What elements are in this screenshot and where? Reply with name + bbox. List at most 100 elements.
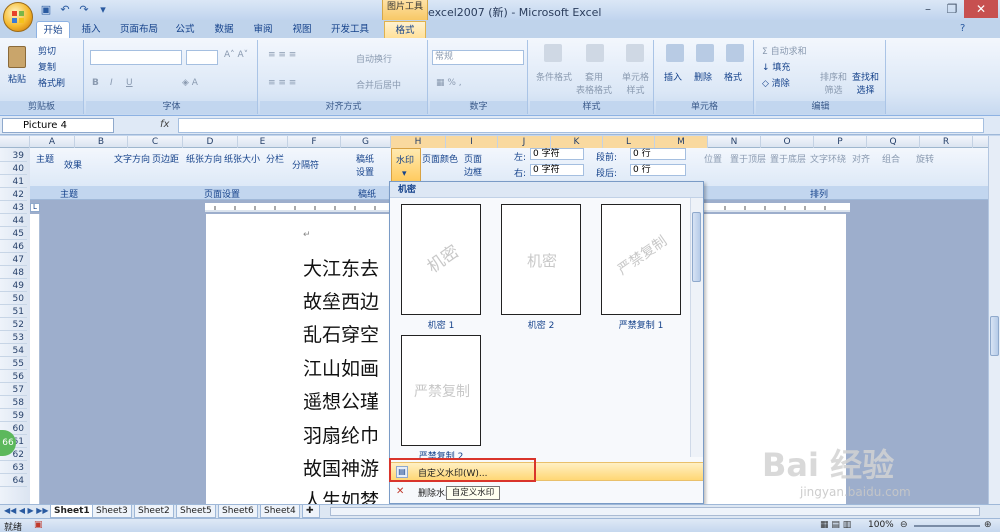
new-sheet-icon[interactable]: ✚ (302, 505, 320, 518)
column-header[interactable]: F (288, 136, 341, 148)
font-size-box[interactable] (186, 50, 218, 65)
effects-button[interactable]: 效果 (64, 158, 82, 171)
cut-button[interactable]: 剪切 (38, 44, 56, 57)
row-header[interactable]: 51 (0, 307, 27, 318)
row-header[interactable]: 57 (0, 385, 27, 396)
space-before-input[interactable]: 0 行 (630, 148, 686, 160)
column-header[interactable]: B (75, 136, 128, 148)
row-header[interactable]: 64 (0, 476, 27, 487)
restore-button[interactable]: ❐ (940, 0, 964, 18)
macro-record-icon[interactable]: ▣ (34, 520, 43, 530)
clear-button[interactable]: ◇ 清除 (762, 76, 790, 89)
grow-font-icon[interactable]: A˄ A˅ (224, 50, 248, 60)
save-icon[interactable]: ▣ (38, 2, 54, 18)
row-header[interactable]: 44 (0, 216, 27, 227)
space-after-input[interactable]: 0 行 (630, 164, 686, 176)
cell-style-button[interactable]: 单元格 样式 (622, 70, 649, 96)
help-icon[interactable]: ? (960, 23, 965, 34)
column-header[interactable]: N (708, 136, 761, 148)
column-header[interactable]: C (128, 136, 183, 148)
scroll-thumb[interactable] (990, 316, 999, 356)
column-header[interactable]: H (391, 136, 446, 148)
size-button[interactable]: 纸张大小 (224, 152, 260, 165)
column-header[interactable]: L (603, 136, 655, 148)
page-color-button[interactable]: 页面颜色 (422, 152, 458, 165)
tab-insert[interactable]: 插入 (74, 21, 108, 38)
zoom-level[interactable]: 100% (868, 520, 894, 530)
column-header[interactable]: K (551, 136, 603, 148)
align-left-icon[interactable]: ≡ ≡ ≡ (268, 78, 296, 88)
tab-formulas[interactable]: 公式 (168, 21, 202, 38)
number-format-box[interactable]: 常规 (432, 50, 524, 65)
watermark-option-2[interactable]: 机密 (501, 204, 581, 315)
tab-data[interactable]: 数据 (207, 21, 241, 38)
close-button[interactable]: ✕ (964, 0, 998, 18)
zoom-out-icon[interactable]: ⊖ (900, 520, 908, 530)
margins-button[interactable]: 页边距 (152, 152, 179, 165)
tab-home[interactable]: 开始 (36, 21, 70, 38)
paste-icon[interactable] (8, 46, 26, 68)
indent-right-input[interactable]: 0 字符 (530, 164, 584, 176)
sheet-tab[interactable]: Sheet6 (218, 505, 258, 518)
row-header[interactable]: 54 (0, 346, 27, 357)
cell-style-icon[interactable] (626, 44, 644, 62)
find-select-button[interactable]: 查找和 选择 (852, 70, 879, 96)
office-button[interactable] (3, 2, 33, 32)
row-header[interactable]: 63 (0, 463, 27, 474)
zoom-slider[interactable] (914, 525, 980, 527)
row-header[interactable]: 53 (0, 333, 27, 344)
row-header[interactable]: 39 (0, 151, 27, 162)
watermark-option-1[interactable]: 机密 (401, 204, 481, 315)
insert-cells-icon[interactable] (666, 44, 684, 62)
row-header[interactable]: 45 (0, 229, 27, 240)
conditional-format-button[interactable]: 条件格式 (536, 70, 572, 83)
row-header[interactable]: 47 (0, 255, 27, 266)
delete-cells-icon[interactable] (696, 44, 714, 62)
conditional-format-icon[interactable] (544, 44, 562, 62)
view-mode-icons[interactable]: ▦ ▤ ▥ (820, 520, 851, 530)
row-header[interactable]: 40 (0, 164, 27, 175)
copy-button[interactable]: 复制 (38, 60, 56, 73)
bold-icon[interactable]: B (92, 78, 99, 88)
insert-cells-button[interactable]: 插入 (664, 70, 682, 83)
text-wrap-button[interactable]: 文字环绕 (810, 152, 846, 165)
text-direction-button[interactable]: 文字方向 (114, 152, 150, 165)
column-header[interactable]: E (238, 136, 288, 148)
fx-icon[interactable]: fx (160, 119, 169, 130)
send-back-button[interactable]: 置于底层 (770, 152, 806, 165)
row-header[interactable]: 46 (0, 242, 27, 253)
wrap-text-button[interactable]: 自动换行 (356, 52, 392, 65)
tab-review[interactable]: 审阅 (246, 21, 280, 38)
draft-settings-button[interactable]: 稿纸 设置 (356, 152, 374, 178)
column-header[interactable]: I (446, 136, 498, 148)
tab-view[interactable]: 视图 (285, 21, 319, 38)
horizontal-scrollbar[interactable] (330, 507, 980, 516)
column-header[interactable]: A (30, 136, 75, 148)
table-format-icon[interactable] (586, 44, 604, 62)
tab-page-layout[interactable]: 页面布局 (114, 21, 164, 38)
row-header[interactable]: 59 (0, 411, 27, 422)
column-header[interactable]: J (498, 136, 551, 148)
breaks-button[interactable]: 分隔符 (292, 158, 319, 171)
column-header[interactable]: Q (867, 136, 920, 148)
tab-selector-icon[interactable]: L (30, 203, 40, 212)
font-name-box[interactable] (90, 50, 182, 65)
undo-icon[interactable]: ↶ (57, 2, 73, 18)
format-painter-button[interactable]: 格式刷 (38, 76, 65, 89)
row-header[interactable]: 56 (0, 372, 27, 383)
redo-icon[interactable]: ↷ (76, 2, 92, 18)
format-cells-button[interactable]: 格式 (724, 70, 742, 83)
page-border-button[interactable]: 页面 边框 (464, 152, 482, 178)
bring-front-button[interactable]: 置于顶层 (730, 152, 766, 165)
align-button[interactable]: 对齐 (852, 152, 870, 165)
column-header[interactable]: G (341, 136, 391, 148)
row-header[interactable]: 49 (0, 281, 27, 292)
orientation-button[interactable]: 纸张方向 (186, 152, 222, 165)
column-header[interactable]: P (814, 136, 867, 148)
fill-color-icon[interactable]: ◈ A (182, 78, 198, 88)
customize-icon[interactable]: ▾ (95, 2, 111, 18)
row-header[interactable]: 50 (0, 294, 27, 305)
columns-button[interactable]: 分栏 (266, 152, 284, 165)
row-header[interactable]: 41 (0, 177, 27, 188)
row-header[interactable]: 43 (0, 203, 27, 214)
